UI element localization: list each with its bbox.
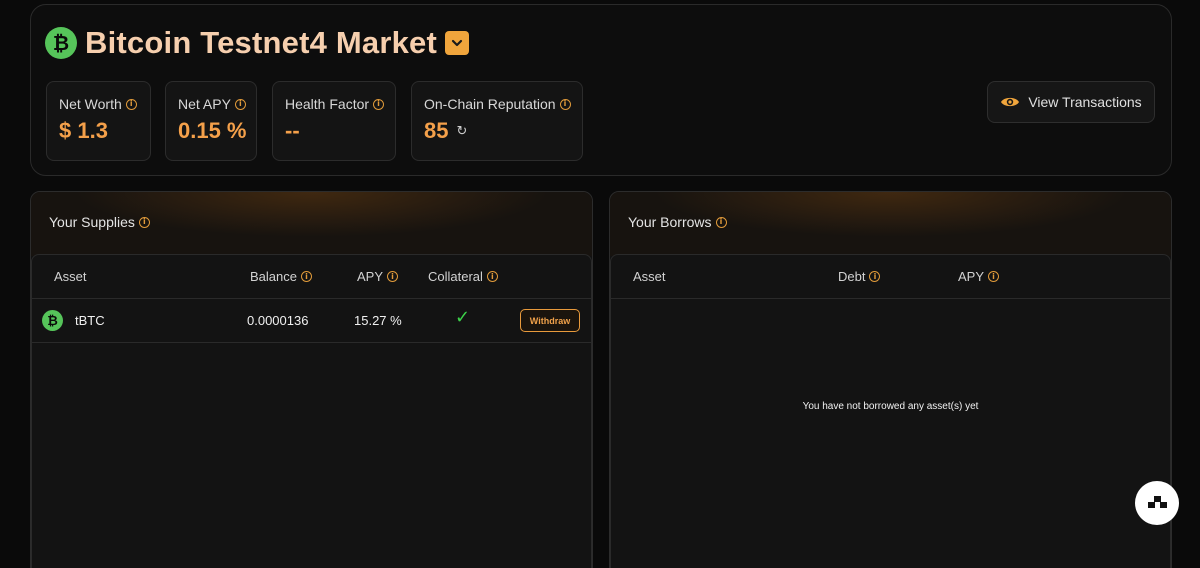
info-icon[interactable]: i xyxy=(138,216,150,228)
floating-widget-button[interactable] xyxy=(1135,481,1179,525)
collateral-cell: ✓ xyxy=(455,307,470,328)
reputation-label: On-Chain Reputation xyxy=(424,96,556,112)
column-label: Collateral xyxy=(428,269,483,284)
info-icon[interactable]: i xyxy=(234,98,246,110)
info-icon[interactable]: i xyxy=(125,98,137,110)
stat-health-factor: Health Factor i -- xyxy=(272,81,396,161)
column-header-collateral: Collateral i xyxy=(428,269,498,284)
table-header: Asset Balance i APY i Collateral i xyxy=(32,255,591,299)
net-worth-label: Net Worth xyxy=(59,96,122,112)
reputation-value: 85 xyxy=(424,118,449,143)
title-row: ₿ Bitcoin Testnet4 Market xyxy=(45,25,469,61)
info-icon[interactable]: i xyxy=(373,98,385,110)
chevron-down-icon xyxy=(451,39,463,47)
withdraw-button[interactable]: Withdraw xyxy=(520,309,580,332)
table-row: ₿ tBTC 0.0000136 15.27 % ✓ Withdraw xyxy=(32,299,591,343)
stat-net-worth: Net Worth i $ 1.3 xyxy=(46,81,151,161)
stat-label: Health Factor i xyxy=(285,96,395,112)
health-factor-label: Health Factor xyxy=(285,96,370,112)
market-dropdown-button[interactable] xyxy=(445,31,469,55)
column-header-balance: Balance i xyxy=(250,269,312,284)
column-header-apy: APY i xyxy=(958,269,1000,284)
info-icon[interactable]: i xyxy=(715,216,727,228)
stat-label: Net Worth i xyxy=(59,96,150,112)
reputation-value-row: 85 ↻ xyxy=(424,118,582,144)
balance-cell: 0.0000136 xyxy=(247,313,309,328)
column-label: APY xyxy=(958,269,985,284)
bitcoin-logo-icon: ₿ xyxy=(42,310,63,331)
bitcoin-logo-icon: ₿ xyxy=(45,27,77,59)
borrows-title: Your Borrows xyxy=(628,214,712,230)
info-icon[interactable]: i xyxy=(988,271,1000,282)
info-icon[interactable]: i xyxy=(869,271,881,282)
supplies-title-row: Your Supplies i xyxy=(49,214,150,230)
refresh-icon[interactable]: ↻ xyxy=(456,123,467,139)
column-label: APY xyxy=(357,269,384,284)
borrows-table: Asset Debt i APY i You have not borrowed… xyxy=(610,254,1171,568)
column-label: Balance xyxy=(250,269,297,284)
net-apy-label: Net APY xyxy=(178,96,231,112)
stat-label: Net APY i xyxy=(178,96,256,112)
column-label: Asset xyxy=(633,269,666,284)
widget-logo-icon xyxy=(1148,496,1167,508)
checkmark-icon: ✓ xyxy=(455,307,471,327)
asset-cell: ₿ tBTC xyxy=(42,310,105,331)
column-header-debt: Debt i xyxy=(838,269,881,284)
stat-net-apy: Net APY i 0.15 % xyxy=(165,81,257,161)
asset-name: tBTC xyxy=(75,313,105,328)
info-icon[interactable]: i xyxy=(300,271,312,282)
table-header: Asset Debt i APY i xyxy=(611,255,1170,299)
market-header: ₿ Bitcoin Testnet4 Market Net Worth i $ … xyxy=(30,4,1172,176)
eye-icon xyxy=(1000,95,1020,109)
info-icon[interactable]: i xyxy=(387,271,399,282)
column-header-asset: Asset xyxy=(54,269,87,284)
column-header-asset: Asset xyxy=(633,269,666,284)
column-label: Asset xyxy=(54,269,87,284)
net-apy-value: 0.15 % xyxy=(178,118,247,143)
column-header-apy: APY i xyxy=(357,269,399,284)
supplies-title: Your Supplies xyxy=(49,214,135,230)
health-factor-value: -- xyxy=(285,118,300,143)
apy-cell: 15.27 % xyxy=(354,313,402,328)
view-transactions-button[interactable]: View Transactions xyxy=(987,81,1155,123)
supplies-panel: Your Supplies i Asset Balance i APY i Co… xyxy=(30,191,593,568)
empty-state-message: You have not borrowed any asset(s) yet xyxy=(802,401,979,412)
borrows-panel: Your Borrows i Asset Debt i APY i You ha… xyxy=(609,191,1172,568)
net-worth-value: $ 1.3 xyxy=(59,118,108,143)
stat-onchain-reputation: On-Chain Reputation i 85 ↻ xyxy=(411,81,583,161)
info-icon[interactable]: i xyxy=(486,271,498,282)
column-label: Debt xyxy=(838,269,866,284)
view-transactions-label: View Transactions xyxy=(1028,94,1142,110)
supplies-table: Asset Balance i APY i Collateral i ₿ tBT… xyxy=(31,254,592,568)
borrows-title-row: Your Borrows i xyxy=(628,214,727,230)
stat-label: On-Chain Reputation i xyxy=(424,96,582,112)
info-icon[interactable]: i xyxy=(559,98,571,110)
page-title: Bitcoin Testnet4 Market xyxy=(85,25,437,60)
